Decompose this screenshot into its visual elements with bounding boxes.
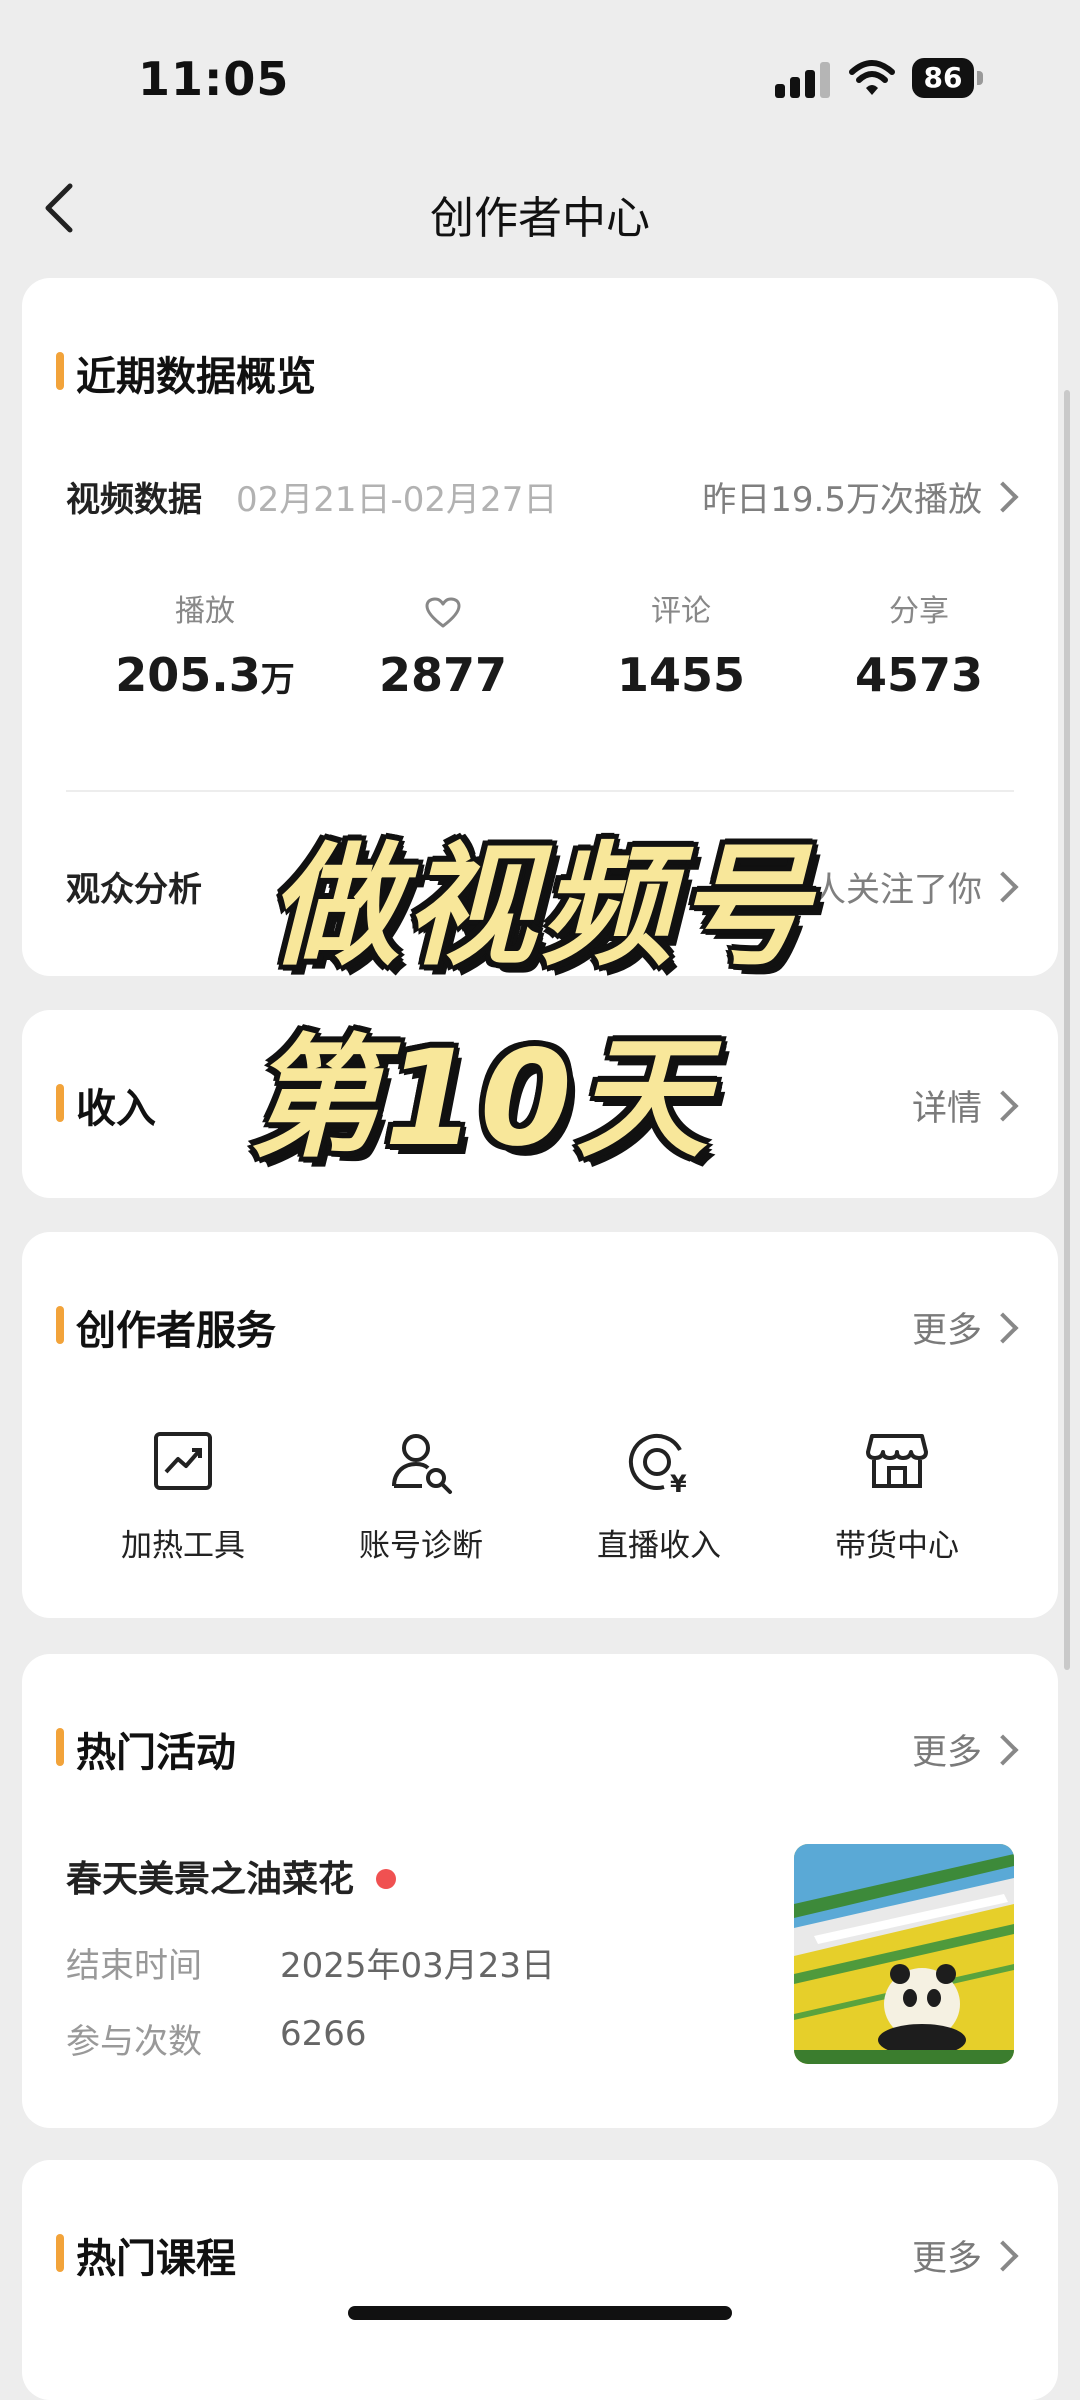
nav-bar: 创作者中心 — [0, 160, 1080, 260]
overview-title: 近期数据概览 — [56, 344, 316, 402]
participation-value: 6266 — [280, 2014, 367, 2054]
store-icon — [866, 1434, 928, 1488]
stat-shares[interactable]: 分享 4573 — [804, 590, 1034, 702]
service-heating-tool[interactable]: 加热工具 — [78, 1426, 288, 1565]
end-time-label: 结束时间 — [66, 1946, 202, 1986]
status-bar: 11:05 86 — [0, 0, 1080, 150]
services-more-link[interactable]: 更多 — [912, 1302, 1019, 1353]
overlay-caption-line2: 第10天 — [248, 1022, 712, 1176]
yesterday-plays-link[interactable]: 昨日19.5万次播放 — [702, 472, 1019, 521]
service-label: 账号诊断 — [359, 1528, 483, 1564]
service-label: 加热工具 — [121, 1528, 245, 1564]
stat-unit: 万 — [260, 660, 295, 700]
svg-text:¥: ¥ — [670, 1470, 687, 1496]
trend-chart-icon — [154, 1432, 212, 1490]
chevron-right-icon — [987, 481, 1019, 513]
home-indicator[interactable] — [348, 2306, 732, 2320]
end-time-value: 2025年03月23日 — [280, 1946, 556, 1986]
video-data-label: 视频数据 — [66, 480, 202, 520]
hot-activities-card: 热门活动 更多 春天美景之油菜花 结束时间 2025年03月23日 参与次数 6… — [22, 1654, 1058, 2128]
service-label: 直播收入 — [597, 1528, 721, 1564]
hot-courses-card: 热门课程 更多 — [22, 2160, 1058, 2400]
courses-more-link[interactable]: 更多 — [912, 2230, 1019, 2281]
date-range: 02月21日-02月27日 — [236, 480, 558, 520]
user-search-icon — [392, 1434, 452, 1494]
status-time: 11:05 — [138, 52, 290, 106]
page-title: 创作者中心 — [430, 193, 650, 244]
cellular-signal-icon — [775, 62, 830, 98]
activities-title: 热门活动 — [56, 1720, 236, 1778]
new-dot-badge — [376, 1869, 397, 1889]
service-account-diagnosis[interactable]: 账号诊断 — [316, 1426, 526, 1565]
service-live-income[interactable]: ¥ 直播收入 — [554, 1426, 764, 1565]
activity-thumbnail[interactable] — [794, 1844, 1014, 2064]
heart-icon — [425, 597, 461, 627]
service-commerce-center[interactable]: 带货中心 — [792, 1426, 1002, 1565]
chevron-right-icon — [987, 1734, 1019, 1766]
activity-name: 春天美景之油菜花 — [66, 1859, 355, 1900]
overlay-caption-line1: 做视频号 — [268, 830, 812, 984]
stat-value: 4573 — [854, 648, 984, 702]
courses-title: 热门课程 — [56, 2226, 236, 2284]
service-label: 带货中心 — [835, 1528, 959, 1564]
battery-level: 86 — [912, 58, 974, 98]
stat-plays[interactable]: 播放 205.3万 — [90, 590, 320, 702]
wifi-icon — [849, 60, 895, 95]
stat-value: 1455 — [616, 648, 746, 702]
live-income-icon: ¥ — [628, 1433, 687, 1498]
participation-label: 参与次数 — [66, 2022, 202, 2062]
divider — [66, 790, 1014, 792]
chevron-right-icon — [987, 2240, 1019, 2272]
stat-label: 分享 — [889, 594, 949, 629]
activities-more-link[interactable]: 更多 — [912, 1724, 1019, 1775]
scrollbar[interactable] — [1064, 390, 1070, 1670]
stat-comments[interactable]: 评论 1455 — [566, 590, 796, 702]
chevron-right-icon — [987, 1312, 1019, 1344]
stat-value: 2877 — [378, 648, 508, 702]
battery-icon: 86 — [912, 58, 986, 98]
stat-label: 播放 — [175, 594, 235, 629]
stat-value: 205.3 — [115, 648, 261, 702]
creator-services-card: 创作者服务 更多 加热工具 账号诊断 ¥ 直播收入 带货中心 — [22, 1232, 1058, 1618]
stat-label: 评论 — [651, 594, 711, 629]
stat-likes[interactable]: 2877 — [328, 590, 558, 702]
activity-item[interactable]: 春天美景之油菜花 — [66, 1850, 397, 1902]
services-title: 创作者服务 — [56, 1298, 276, 1356]
